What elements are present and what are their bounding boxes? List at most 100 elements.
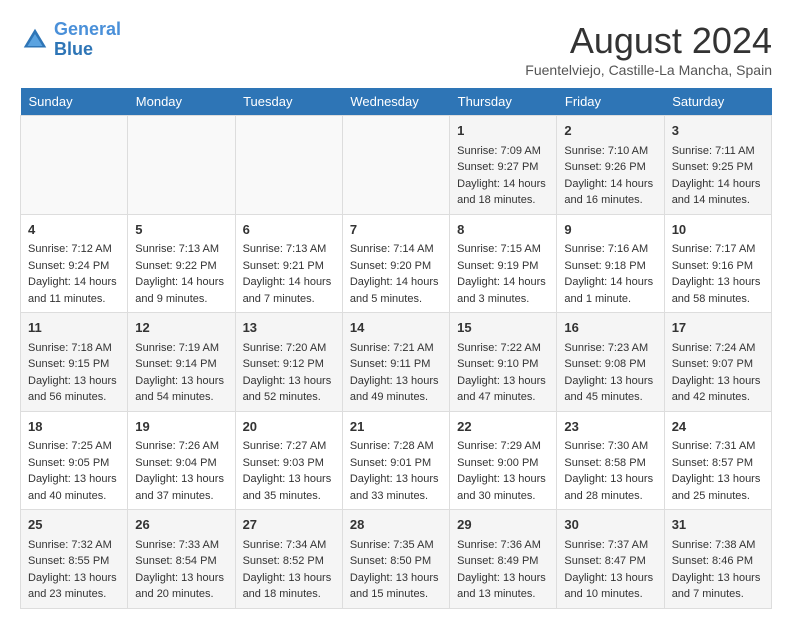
sunset-text: Sunset: 8:52 PM: [243, 553, 335, 570]
daylight-text: Daylight: 13 hours and 33 minutes.: [350, 471, 442, 504]
day-number: 21: [350, 417, 442, 437]
sunset-text: Sunset: 9:19 PM: [457, 258, 549, 275]
day-number: 30: [564, 515, 656, 535]
daylight-text: Daylight: 14 hours and 9 minutes.: [135, 274, 227, 307]
month-year: August 2024: [525, 20, 772, 62]
logo: General Blue: [20, 20, 121, 60]
calendar-cell: 14Sunrise: 7:21 AMSunset: 9:11 PMDayligh…: [342, 313, 449, 412]
weekday-header: Sunday: [21, 88, 128, 116]
sunset-text: Sunset: 9:24 PM: [28, 258, 120, 275]
calendar-cell: 13Sunrise: 7:20 AMSunset: 9:12 PMDayligh…: [235, 313, 342, 412]
logo-text: General Blue: [54, 20, 121, 60]
sunset-text: Sunset: 8:54 PM: [135, 553, 227, 570]
sunrise-text: Sunrise: 7:35 AM: [350, 537, 442, 554]
sunrise-text: Sunrise: 7:24 AM: [672, 340, 764, 357]
calendar-cell: 5Sunrise: 7:13 AMSunset: 9:22 PMDaylight…: [128, 214, 235, 313]
sunrise-text: Sunrise: 7:34 AM: [243, 537, 335, 554]
sunset-text: Sunset: 9:01 PM: [350, 455, 442, 472]
daylight-text: Daylight: 13 hours and 42 minutes.: [672, 373, 764, 406]
calendar-cell: 25Sunrise: 7:32 AMSunset: 8:55 PMDayligh…: [21, 510, 128, 609]
day-number: 1: [457, 121, 549, 141]
day-number: 23: [564, 417, 656, 437]
daylight-text: Daylight: 13 hours and 56 minutes.: [28, 373, 120, 406]
day-number: 8: [457, 220, 549, 240]
calendar-cell: 24Sunrise: 7:31 AMSunset: 8:57 PMDayligh…: [664, 411, 771, 510]
calendar-cell: 8Sunrise: 7:15 AMSunset: 9:19 PMDaylight…: [450, 214, 557, 313]
sunset-text: Sunset: 9:21 PM: [243, 258, 335, 275]
weekday-header: Wednesday: [342, 88, 449, 116]
daylight-text: Daylight: 14 hours and 1 minute.: [564, 274, 656, 307]
sunrise-text: Sunrise: 7:27 AM: [243, 438, 335, 455]
calendar-week-row: 4Sunrise: 7:12 AMSunset: 9:24 PMDaylight…: [21, 214, 772, 313]
daylight-text: Daylight: 13 hours and 13 minutes.: [457, 570, 549, 603]
calendar-week-row: 18Sunrise: 7:25 AMSunset: 9:05 PMDayligh…: [21, 411, 772, 510]
day-number: 5: [135, 220, 227, 240]
calendar-cell: 12Sunrise: 7:19 AMSunset: 9:14 PMDayligh…: [128, 313, 235, 412]
day-number: 22: [457, 417, 549, 437]
calendar-cell: 1Sunrise: 7:09 AMSunset: 9:27 PMDaylight…: [450, 116, 557, 215]
day-number: 7: [350, 220, 442, 240]
sunset-text: Sunset: 8:49 PM: [457, 553, 549, 570]
calendar-cell: 11Sunrise: 7:18 AMSunset: 9:15 PMDayligh…: [21, 313, 128, 412]
sunset-text: Sunset: 9:12 PM: [243, 356, 335, 373]
calendar-cell: 18Sunrise: 7:25 AMSunset: 9:05 PMDayligh…: [21, 411, 128, 510]
weekday-header: Tuesday: [235, 88, 342, 116]
sunrise-text: Sunrise: 7:38 AM: [672, 537, 764, 554]
sunset-text: Sunset: 8:58 PM: [564, 455, 656, 472]
weekday-header: Thursday: [450, 88, 557, 116]
sunrise-text: Sunrise: 7:20 AM: [243, 340, 335, 357]
title-section: August 2024 Fuentelviejo, Castille-La Ma…: [525, 20, 772, 78]
sunset-text: Sunset: 9:20 PM: [350, 258, 442, 275]
daylight-text: Daylight: 13 hours and 25 minutes.: [672, 471, 764, 504]
location: Fuentelviejo, Castille-La Mancha, Spain: [525, 62, 772, 78]
daylight-text: Daylight: 13 hours and 15 minutes.: [350, 570, 442, 603]
daylight-text: Daylight: 14 hours and 7 minutes.: [243, 274, 335, 307]
sunset-text: Sunset: 8:46 PM: [672, 553, 764, 570]
calendar-cell: 27Sunrise: 7:34 AMSunset: 8:52 PMDayligh…: [235, 510, 342, 609]
sunrise-text: Sunrise: 7:29 AM: [457, 438, 549, 455]
sunrise-text: Sunrise: 7:16 AM: [564, 241, 656, 258]
sunset-text: Sunset: 8:57 PM: [672, 455, 764, 472]
day-number: 11: [28, 318, 120, 338]
daylight-text: Daylight: 14 hours and 3 minutes.: [457, 274, 549, 307]
daylight-text: Daylight: 13 hours and 45 minutes.: [564, 373, 656, 406]
sunrise-text: Sunrise: 7:32 AM: [28, 537, 120, 554]
calendar-cell: 31Sunrise: 7:38 AMSunset: 8:46 PMDayligh…: [664, 510, 771, 609]
sunset-text: Sunset: 9:26 PM: [564, 159, 656, 176]
page-header: General Blue August 2024 Fuentelviejo, C…: [20, 20, 772, 78]
calendar-cell: 30Sunrise: 7:37 AMSunset: 8:47 PMDayligh…: [557, 510, 664, 609]
calendar-cell: 19Sunrise: 7:26 AMSunset: 9:04 PMDayligh…: [128, 411, 235, 510]
sunrise-text: Sunrise: 7:25 AM: [28, 438, 120, 455]
daylight-text: Daylight: 14 hours and 14 minutes.: [672, 176, 764, 209]
calendar-table: SundayMondayTuesdayWednesdayThursdayFrid…: [20, 88, 772, 609]
daylight-text: Daylight: 13 hours and 7 minutes.: [672, 570, 764, 603]
sunset-text: Sunset: 9:00 PM: [457, 455, 549, 472]
calendar-cell: 16Sunrise: 7:23 AMSunset: 9:08 PMDayligh…: [557, 313, 664, 412]
day-number: 28: [350, 515, 442, 535]
day-number: 6: [243, 220, 335, 240]
sunrise-text: Sunrise: 7:26 AM: [135, 438, 227, 455]
sunset-text: Sunset: 9:08 PM: [564, 356, 656, 373]
calendar-cell: 7Sunrise: 7:14 AMSunset: 9:20 PMDaylight…: [342, 214, 449, 313]
sunset-text: Sunset: 9:16 PM: [672, 258, 764, 275]
day-number: 25: [28, 515, 120, 535]
weekday-header: Friday: [557, 88, 664, 116]
day-number: 3: [672, 121, 764, 141]
calendar-cell: 4Sunrise: 7:12 AMSunset: 9:24 PMDaylight…: [21, 214, 128, 313]
calendar-cell: 23Sunrise: 7:30 AMSunset: 8:58 PMDayligh…: [557, 411, 664, 510]
day-number: 19: [135, 417, 227, 437]
sunset-text: Sunset: 9:07 PM: [672, 356, 764, 373]
calendar-cell: 3Sunrise: 7:11 AMSunset: 9:25 PMDaylight…: [664, 116, 771, 215]
weekday-header-row: SundayMondayTuesdayWednesdayThursdayFrid…: [21, 88, 772, 116]
day-number: 26: [135, 515, 227, 535]
sunrise-text: Sunrise: 7:22 AM: [457, 340, 549, 357]
daylight-text: Daylight: 13 hours and 30 minutes.: [457, 471, 549, 504]
sunrise-text: Sunrise: 7:21 AM: [350, 340, 442, 357]
day-number: 20: [243, 417, 335, 437]
day-number: 16: [564, 318, 656, 338]
sunrise-text: Sunrise: 7:19 AM: [135, 340, 227, 357]
sunrise-text: Sunrise: 7:18 AM: [28, 340, 120, 357]
logo-icon: [20, 25, 50, 55]
sunset-text: Sunset: 9:18 PM: [564, 258, 656, 275]
calendar-cell: 28Sunrise: 7:35 AMSunset: 8:50 PMDayligh…: [342, 510, 449, 609]
